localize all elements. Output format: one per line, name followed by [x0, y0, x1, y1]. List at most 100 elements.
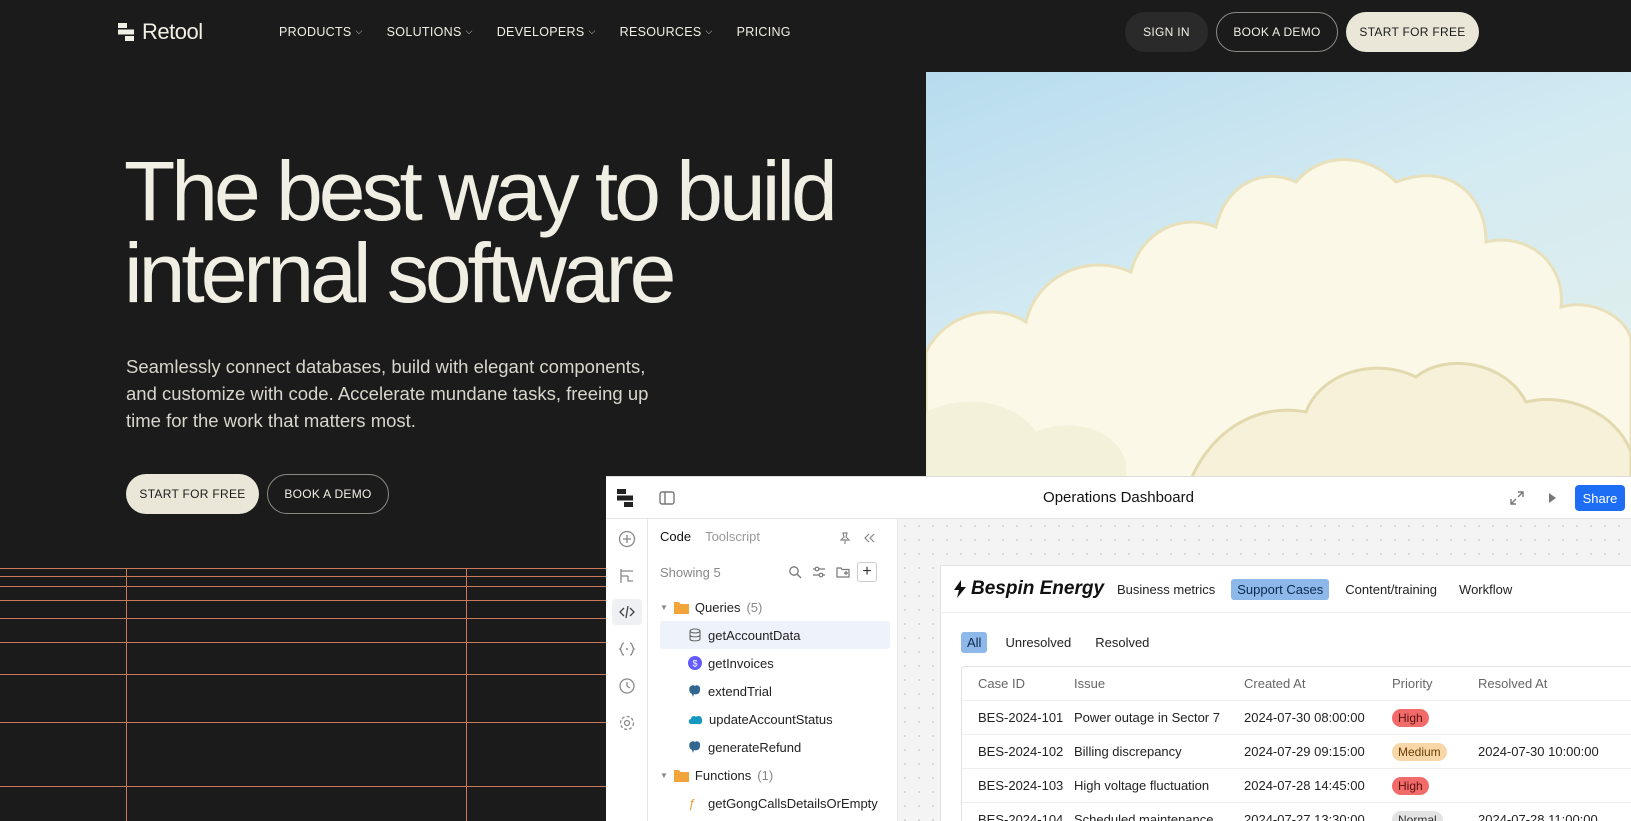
retool-logo[interactable]: Retool	[118, 19, 203, 45]
folder-count: (5)	[746, 599, 763, 615]
tree-item-label: updateAccountStatus	[709, 711, 833, 727]
function-icon: ƒ	[688, 795, 696, 811]
lightning-icon	[954, 580, 966, 598]
share-button[interactable]: Share	[1575, 485, 1625, 511]
column-header[interactable]: Created At	[1244, 676, 1384, 691]
add-icon[interactable]	[617, 529, 637, 549]
app-title: Operations Dashboard	[1043, 489, 1194, 506]
tree-item-generaterefund[interactable]: generateRefund	[660, 733, 890, 761]
menu-solutions[interactable]: SOLUTIONS ⌵	[387, 25, 473, 39]
cell-case-id: BES-2024-104	[978, 812, 1064, 821]
hero-book-demo-button[interactable]: BOOK A DEMO	[267, 474, 389, 514]
add-query-button[interactable]: +	[857, 562, 877, 582]
filter-resolved[interactable]: Resolved	[1089, 632, 1155, 653]
top-nav: Retool PRODUCTS ⌵ SOLUTIONS ⌵ DEVELOPERS ⌵ …	[0, 0, 1631, 64]
menu-resources[interactable]: RESOURCES ⌵	[620, 25, 713, 39]
column-header[interactable]: Priority	[1384, 676, 1478, 691]
tab-support-cases[interactable]: Support Cases	[1231, 579, 1330, 600]
chevron-down-icon: ⌵	[465, 25, 473, 36]
stripe-icon: $	[688, 656, 702, 670]
table-row[interactable]: BES-2024-103 High voltage fluctuation 20…	[962, 769, 1631, 803]
start-free-button[interactable]: START FOR FREE	[1346, 12, 1479, 52]
svg-text:$: $	[692, 659, 697, 669]
tree-item-label: getGongCallsDetailsOrEmpty	[708, 795, 878, 811]
table-header: Case ID Issue Created At Priority Resolv…	[962, 667, 1631, 701]
priority-badge: High	[1392, 708, 1429, 727]
priority-badge: High	[1392, 776, 1429, 795]
tree-item-label: getInvoices	[708, 655, 774, 671]
menu-products[interactable]: PRODUCTS ⌵	[279, 25, 363, 39]
hero-start-free-button[interactable]: START FOR FREE	[126, 474, 259, 514]
column-header[interactable]: Case ID	[962, 676, 1074, 691]
pin-icon[interactable]	[838, 531, 852, 545]
filter-all[interactable]: All	[961, 632, 988, 653]
sign-in-button[interactable]: SIGN IN	[1125, 12, 1208, 52]
cell-case-id: BES-2024-101	[978, 710, 1064, 725]
tree-folder-functions[interactable]: ▼ Functions (1)	[660, 761, 890, 789]
code-icon[interactable]	[612, 599, 642, 625]
chevron-down-icon: ⌵	[355, 25, 363, 36]
cell-issue: Power outage in Sector 7	[1074, 710, 1220, 725]
history-icon[interactable]	[617, 676, 637, 696]
table-row[interactable]: BES-2024-102 Billing discrepancy 2024-07…	[962, 735, 1631, 769]
menu-label: RESOURCES	[619, 25, 702, 39]
filter-unresolved[interactable]: Unresolved	[999, 632, 1077, 653]
menu-label: DEVELOPERS	[496, 25, 585, 39]
code-panel-tabs: Code Toolscript	[660, 529, 760, 544]
search-icon[interactable]	[788, 565, 802, 579]
database-icon	[689, 628, 701, 642]
tree-item-getinvoices[interactable]: $ getInvoices	[660, 649, 890, 677]
tab-workflow[interactable]: Workflow	[1453, 579, 1518, 600]
cell-created: 2024-07-29 09:15:00	[1244, 744, 1365, 759]
menu-developers[interactable]: DEVELOPERS ⌵	[497, 25, 596, 39]
table-row[interactable]: BES-2024-104 Scheduled maintenance 2024-…	[962, 803, 1631, 821]
filter-tabs: All Unresolved Resolved	[961, 632, 1155, 653]
expand-icon[interactable]	[1509, 490, 1525, 506]
tab-business-metrics[interactable]: Business metrics	[1111, 579, 1221, 600]
menu-pricing[interactable]: PRICING	[737, 25, 791, 39]
app-toolbar: Operations Dashboard Share	[606, 477, 1631, 519]
new-folder-icon[interactable]	[836, 565, 851, 579]
salesforce-icon	[688, 715, 703, 724]
brand-name: Bespin Energy	[971, 578, 1105, 599]
play-icon[interactable]	[1545, 491, 1559, 505]
tree-item-updateaccountstatus[interactable]: updateAccountStatus	[660, 705, 890, 733]
column-header[interactable]: Issue	[1074, 676, 1244, 691]
table-row[interactable]: BES-2024-101 Power outage in Sector 7 20…	[962, 701, 1631, 735]
filter-icon[interactable]	[812, 565, 826, 579]
collapse-panel-icon[interactable]	[862, 531, 876, 545]
tree-item-getaccountdata[interactable]: getAccountData	[660, 621, 890, 649]
menu-label: SOLUTIONS	[386, 25, 462, 39]
code-panel: Code Toolscript Showing 5 + ▼ Queries (5)…	[648, 519, 898, 821]
retool-logo-icon	[118, 23, 134, 41]
hero-title-line1: The best way to build	[124, 144, 838, 238]
decorative-grid	[0, 568, 606, 821]
tree-item-function[interactable]: ƒ getGongCallsDetailsOrEmpty	[660, 789, 890, 817]
editor-canvas: Bespin Energy Business metrics Support C…	[898, 519, 1631, 821]
tree-item-extendtrial[interactable]: extendTrial	[660, 677, 890, 705]
hero-title: The best way to build internal software	[124, 144, 884, 315]
postgres-icon	[689, 741, 701, 753]
cell-created: 2024-07-30 08:00:00	[1244, 710, 1365, 725]
book-demo-button[interactable]: BOOK A DEMO	[1216, 12, 1338, 52]
tab-code[interactable]: Code	[660, 529, 691, 544]
column-header[interactable]: Resolved At	[1478, 676, 1631, 691]
brand-logo: Bespin Energy	[953, 578, 1104, 600]
divider	[941, 612, 1631, 613]
showing-count: Showing 5	[660, 565, 721, 580]
menu-label: PRODUCTS	[279, 25, 352, 39]
card-tabs: Business metrics Support Cases Content/t…	[1111, 579, 1518, 600]
tree-item-label: generateRefund	[708, 739, 802, 755]
cell-resolved: 2024-07-30 10:00:00	[1478, 744, 1599, 759]
state-icon[interactable]	[617, 639, 637, 659]
tab-toolscript[interactable]: Toolscript	[705, 529, 760, 544]
tree-folder-queries[interactable]: ▼ Queries (5)	[660, 593, 890, 621]
cell-issue: High voltage fluctuation	[1074, 778, 1210, 793]
tab-content-training[interactable]: Content/training	[1339, 579, 1443, 600]
folder-icon	[673, 601, 689, 614]
settings-gear-icon[interactable]	[617, 713, 637, 733]
cell-created: 2024-07-27 13:30:00	[1244, 812, 1365, 821]
tree-icon[interactable]	[617, 566, 637, 586]
cell-resolved: 2024-07-28 11:00:00	[1478, 812, 1598, 821]
hero-subtitle: Seamlessly connect databases, build with…	[126, 356, 649, 431]
